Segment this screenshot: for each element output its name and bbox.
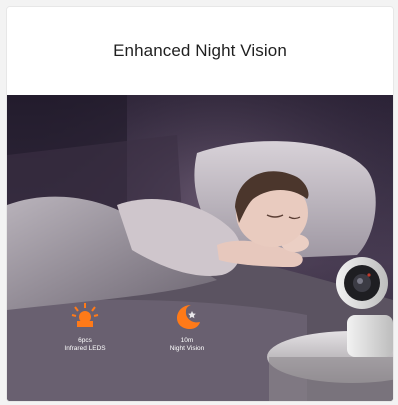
feature-infrared-leds: 6pcs Infrared LEDS bbox=[55, 301, 115, 353]
moon-night-icon bbox=[177, 305, 200, 329]
feature-label: Night Vision bbox=[169, 345, 205, 352]
card-header: Enhanced Night Vision bbox=[7, 7, 393, 95]
product-feature-card: Enhanced Night Vision 6pcs Infrared LEDS… bbox=[6, 6, 394, 402]
feature-value: 10m bbox=[180, 337, 194, 344]
infrared-led-icon bbox=[71, 303, 99, 327]
card-title: Enhanced Night Vision bbox=[113, 41, 287, 60]
night-vision-photo: 6pcs Infrared LEDS 10m Night Vision bbox=[7, 95, 393, 401]
feature-label: Infrared LEDS bbox=[64, 345, 106, 352]
sleeping-child-scene bbox=[7, 95, 393, 401]
feature-night-vision: 10m Night Vision bbox=[157, 301, 217, 353]
feature-value: 6pcs bbox=[78, 337, 92, 344]
